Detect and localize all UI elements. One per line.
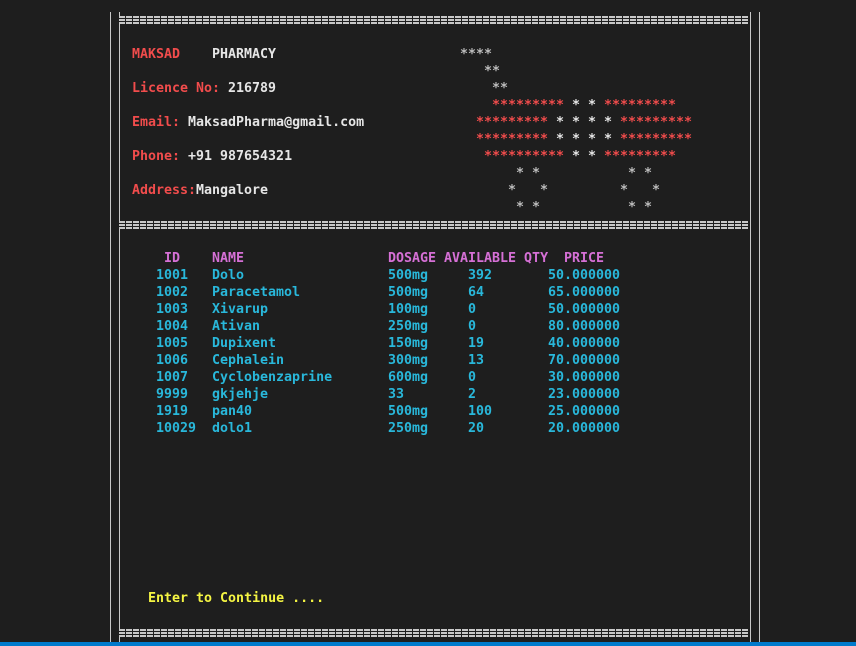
cell-name: Cephalein (212, 353, 285, 368)
cell-name: Ativan (212, 319, 261, 334)
cell-id: 1007 (156, 370, 189, 385)
cell-qty: 13 (468, 353, 485, 368)
cell-price: 30.000000 (548, 370, 621, 385)
cell-dosage: 500mg (388, 285, 429, 300)
logo-wheel-right-3: * * (628, 200, 653, 215)
cell-price: 23.000000 (548, 387, 621, 402)
cell-name: gkjehje (212, 387, 269, 402)
status-bar (0, 642, 856, 646)
cell-qty: 0 (468, 370, 477, 385)
licence-label: Licence No: (132, 81, 221, 96)
logo-line-4-mid: * * (572, 98, 597, 113)
address-value: Mangalore (196, 183, 269, 198)
cell-price: 70.000000 (548, 353, 621, 368)
cell-price: 50.000000 (548, 268, 621, 283)
cell-name: Xivarup (212, 302, 269, 317)
cell-name: dolo1 (212, 421, 253, 436)
header-available-qty: AVAILABLE QTY (444, 251, 549, 266)
logo-line-7-mid: * * (572, 149, 597, 164)
logo-line-3: ** (492, 81, 509, 96)
logo-wheel-right-2: * * (620, 183, 661, 198)
cell-qty: 0 (468, 302, 477, 317)
logo-line-5-left: ********* (476, 115, 549, 130)
logo-wheel-left-3: * * (516, 200, 541, 215)
cell-dosage: 33 (388, 387, 405, 402)
cell-dosage: 500mg (388, 268, 429, 283)
cell-dosage: 500mg (388, 404, 429, 419)
cell-name: Dupixent (212, 336, 277, 351)
cell-dosage: 250mg (388, 319, 429, 334)
cell-price: 80.000000 (548, 319, 621, 334)
licence-value: 216789 (228, 81, 277, 96)
cell-name: Cyclobenzaprine (212, 370, 333, 385)
pharmacy-name: MAKSAD (132, 47, 181, 62)
email-value: MaksadPharma@gmail.com (188, 115, 365, 130)
phone-value: +91 987654321 (188, 149, 293, 164)
cell-qty: 20 (468, 421, 485, 436)
continue-prompt[interactable]: Enter to Continue .... (148, 590, 324, 607)
phone-label: Phone: (132, 149, 181, 164)
logo-line-5-right: ********* (620, 115, 693, 130)
logo-line-6-mid: * * * * (556, 132, 613, 147)
logo-line-4-left: ********* (492, 98, 565, 113)
logo-line-1: **** (460, 47, 493, 62)
top-border (119, 16, 749, 24)
cell-qty: 19 (468, 336, 485, 351)
middle-border (119, 221, 749, 229)
cell-dosage: 150mg (388, 336, 429, 351)
cell-id: 1001 (156, 268, 189, 283)
bottom-border (119, 629, 749, 637)
header-id: ID (164, 251, 181, 266)
logo-line-7-right: ********* (604, 149, 677, 164)
logo-line-7-left: ********** (484, 149, 565, 164)
pharmacy-word: PHARMACY (212, 47, 277, 62)
cell-price: 25.000000 (548, 404, 621, 419)
logo-line-6-right: ********* (620, 132, 693, 147)
cell-qty: 392 (468, 268, 493, 283)
cell-qty: 0 (468, 319, 477, 334)
address-label: Address: (132, 183, 197, 198)
terminal-window: MAKSAD PHARMACY Licence No: 216789 Email… (0, 0, 856, 646)
logo-line-5-mid: * * * * (556, 115, 613, 130)
left-border (110, 12, 120, 642)
header-dosage: DOSAGE (388, 251, 437, 266)
logo-line-2: ** (484, 64, 501, 79)
cell-id: 1919 (156, 404, 189, 419)
cell-dosage: 600mg (388, 370, 429, 385)
cell-name: pan40 (212, 404, 253, 419)
logo-wheel-right-1: * * (628, 166, 653, 181)
cell-dosage: 100mg (388, 302, 429, 317)
cell-name: Dolo (212, 268, 245, 283)
logo-wheel-left-2: * * (508, 183, 549, 198)
cell-qty: 100 (468, 404, 493, 419)
right-border (750, 12, 760, 642)
cell-dosage: 250mg (388, 421, 429, 436)
cell-id: 1002 (156, 285, 189, 300)
cell-id: 1005 (156, 336, 189, 351)
header-name: NAME (212, 251, 245, 266)
cell-dosage: 300mg (388, 353, 429, 368)
cell-id: 10029 (156, 421, 197, 436)
logo-wheel-left-1: * * (516, 166, 541, 181)
cell-price: 20.000000 (548, 421, 621, 436)
cell-qty: 64 (468, 285, 485, 300)
cell-name: Paracetamol (212, 285, 301, 300)
cell-price: 50.000000 (548, 302, 621, 317)
cell-id: 9999 (156, 387, 189, 402)
header-price: PRICE (564, 251, 605, 266)
cell-id: 1003 (156, 302, 189, 317)
email-label: Email: (132, 115, 181, 130)
cell-qty: 2 (468, 387, 477, 402)
logo-line-4-right: ********* (604, 98, 677, 113)
logo-line-6-left: ********* (476, 132, 549, 147)
cell-price: 65.000000 (548, 285, 621, 300)
cell-id: 1004 (156, 319, 189, 334)
cell-id: 1006 (156, 353, 189, 368)
cell-price: 40.000000 (548, 336, 621, 351)
